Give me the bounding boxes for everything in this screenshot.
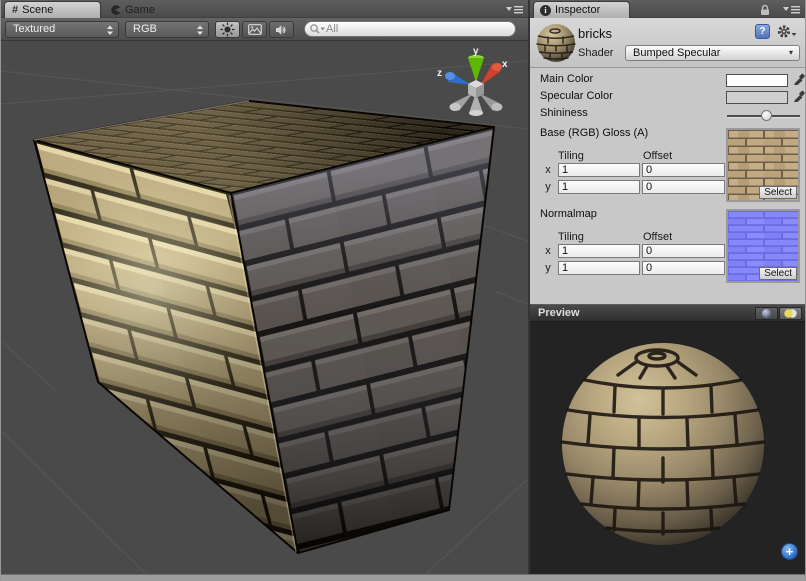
gizmo-y-label[interactable]: y (473, 46, 479, 57)
normalmap-tiling-x-input[interactable] (558, 244, 640, 258)
main-color-eyedropper-icon[interactable] (793, 72, 805, 87)
tab-scene[interactable]: # Scene (4, 1, 101, 18)
specular-color-swatch[interactable] (726, 91, 788, 104)
dropdown-caret-icon: ▾ (789, 46, 793, 60)
scene-skybox-toggle-button[interactable] (242, 21, 267, 38)
material-header: bricks Shader Bumped Specular ▾ ? (530, 18, 805, 68)
normalmap-texture-select-button[interactable]: Select (759, 267, 797, 280)
tiling-column-label: Tiling (558, 150, 584, 162)
inspector-panel-menu-icon[interactable] (783, 4, 801, 15)
scene-lighting-toggle-button[interactable] (215, 21, 240, 38)
base-texture-select-button[interactable]: Select (759, 186, 797, 199)
material-sphere-thumbnail (536, 23, 576, 63)
light-toggle-icon (783, 308, 798, 319)
shininess-label: Shininess (540, 107, 588, 119)
normalmap-label: Normalmap (540, 208, 597, 220)
base-tiling-y-input[interactable] (558, 180, 640, 194)
sphere-icon (761, 308, 772, 319)
normalmap-texture-section: Normalmap Tiling Offset x y (530, 207, 805, 287)
specular-color-label: Specular Color (540, 90, 613, 102)
base-offset-x-input[interactable] (642, 163, 725, 177)
orientation-gizmo[interactable]: y x z (437, 46, 508, 116)
preview-title: Preview (538, 307, 580, 319)
image-icon (248, 24, 262, 35)
material-name: bricks (578, 26, 612, 41)
shininess-slider[interactable] (727, 109, 800, 123)
tab-inspector-label: Inspector (555, 4, 600, 16)
material-preview-area[interactable]: + (530, 322, 805, 574)
tab-inspector[interactable]: i Inspector (533, 1, 630, 18)
brick-cube[interactable] (34, 101, 494, 553)
gizmo-x-label[interactable]: x (502, 59, 508, 70)
updown-arrows-icon (106, 25, 114, 36)
channel-mode-value: RGB (133, 23, 157, 35)
offset-column-label: Offset (643, 231, 672, 243)
preview-title-bar[interactable]: Preview (530, 304, 805, 322)
scene-panel: # Scene Game Textured RGB (1, 0, 528, 574)
unity-editor-window: # Scene Game Textured RGB (0, 0, 806, 581)
shader-dropdown[interactable]: Bumped Specular ▾ (625, 45, 800, 61)
shader-value: Bumped Specular (633, 47, 720, 59)
normalmap-texture-thumbnail[interactable]: Select (726, 209, 800, 283)
base-texture-label: Base (RGB) Gloss (A) (540, 127, 648, 139)
tab-scene-label: Scene (22, 4, 53, 16)
preview-mesh-button[interactable] (755, 307, 778, 320)
inspector-panel: i Inspector (530, 0, 805, 574)
normalmap-offset-x-input[interactable] (642, 244, 725, 258)
x-axis-label: x (543, 164, 553, 176)
main-color-label: Main Color (540, 73, 593, 85)
base-tiling-x-input[interactable] (558, 163, 640, 177)
y-axis-label: y (543, 181, 553, 193)
updown-arrows-icon (196, 25, 204, 36)
base-texture-thumbnail[interactable]: Select (726, 128, 800, 202)
tiling-column-label: Tiling (558, 231, 584, 243)
render-mode-value: Textured (13, 23, 55, 35)
scene-3d-view: y x z (1, 41, 528, 574)
specular-color-eyedropper-icon[interactable] (793, 89, 805, 104)
game-pacman-icon (109, 4, 121, 16)
speaker-icon (275, 24, 289, 36)
tab-game-label: Game (125, 4, 155, 16)
search-icon (309, 23, 326, 35)
gizmo-z-label[interactable]: z (437, 68, 442, 79)
preview-light-toggle-button[interactable] (779, 307, 802, 320)
render-mode-dropdown[interactable]: Textured (5, 21, 119, 38)
scene-grid-icon: # (12, 4, 18, 16)
scene-panel-menu-icon[interactable] (506, 4, 524, 15)
y-axis-label: y (543, 262, 553, 274)
offset-column-label: Offset (643, 150, 672, 162)
preview-zoom-plus-button[interactable]: + (781, 543, 798, 560)
scene-tabstrip: # Scene Game (1, 0, 528, 18)
settings-gear-button[interactable] (776, 24, 798, 39)
main-color-swatch[interactable] (726, 74, 788, 87)
normalmap-tiling-y-input[interactable] (558, 261, 640, 275)
shader-label: Shader (578, 47, 613, 59)
shininess-slider-thumb[interactable] (761, 110, 772, 121)
inspector-tabstrip: i Inspector (530, 0, 805, 18)
preview-sphere (530, 322, 805, 574)
window-bottom-edge (1, 574, 805, 581)
normalmap-offset-y-input[interactable] (642, 261, 725, 275)
base-texture-section: Base (RGB) Gloss (A) Tiling Offset x y (530, 126, 805, 206)
inspector-info-icon: i (540, 5, 551, 16)
x-axis-label: x (543, 245, 553, 257)
scene-audio-toggle-button[interactable] (269, 21, 294, 38)
help-button[interactable]: ? (755, 24, 770, 39)
search-value: All (326, 23, 338, 35)
scene-toolbar: Textured RGB (1, 18, 528, 41)
sun-icon (220, 22, 235, 37)
scene-search-field[interactable]: All (304, 21, 516, 37)
scene-viewport[interactable]: y x z (1, 41, 528, 574)
inspector-lock-icon[interactable] (759, 4, 771, 16)
gear-icon (776, 24, 798, 39)
base-offset-y-input[interactable] (642, 180, 725, 194)
channel-mode-dropdown[interactable]: RGB (125, 21, 209, 38)
tab-game[interactable]: Game (107, 1, 177, 18)
